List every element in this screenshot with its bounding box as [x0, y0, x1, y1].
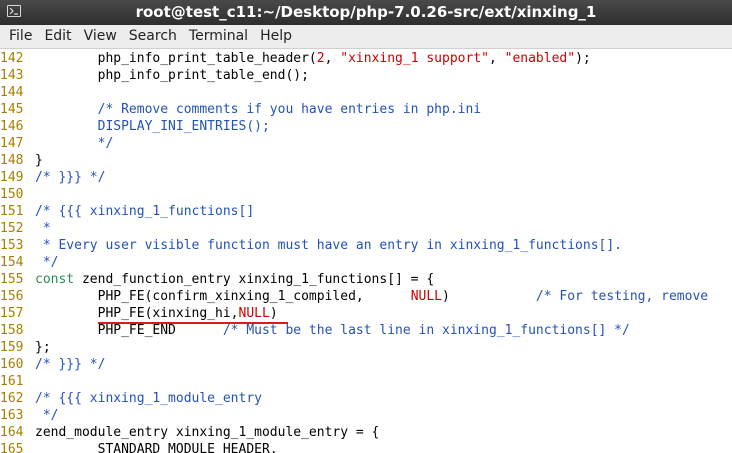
code-token: PHP_FE_END [35, 323, 223, 338]
line-number: 148 [0, 153, 24, 168]
code-token: 2 [316, 51, 325, 66]
code-token: /* Remove comments if you have entries i… [35, 102, 482, 117]
line-number: 158 [0, 323, 24, 338]
menu-bar: File Edit View Search Terminal Help [0, 25, 732, 49]
code-line: 151 /* {{{ xinxing_1_functions[] [0, 203, 732, 220]
code-token: PHP_FE(xinxing_hi, [35, 306, 239, 321]
code-line: 152 * [0, 220, 732, 237]
line-number: 147 [0, 136, 24, 151]
code-line: 158 PHP_FE_END /* Must be the last line … [0, 322, 732, 339]
code-token: }; [35, 340, 51, 355]
menu-search[interactable]: Search [123, 25, 183, 46]
code-token: ) [442, 289, 536, 304]
code-token: php_info_print_table_end(); [35, 68, 309, 83]
code-token: zend_module_entry xinxing_1_module_entry… [35, 425, 380, 440]
code-line: 150 [0, 186, 732, 203]
line-number: 155 [0, 272, 24, 287]
line-number: 153 [0, 238, 24, 253]
window-titlebar[interactable]: root@test_c11:~/Desktop/php-7.0.26-src/e… [0, 0, 732, 25]
line-number: 149 [0, 170, 24, 185]
code-token: "xinxing_1 support" [340, 51, 489, 66]
line-number: 154 [0, 255, 24, 270]
line-number: 143 [0, 68, 24, 83]
menu-edit[interactable]: Edit [38, 25, 77, 46]
code-line: 149 /* }}} */ [0, 169, 732, 186]
code-editor[interactable]: 142 php_info_print_table_header(2, "xinx… [0, 50, 732, 453]
line-number: 156 [0, 289, 24, 304]
code-line: 142 php_info_print_table_header(2, "xinx… [0, 50, 732, 67]
code-token: */ [35, 255, 59, 270]
code-line: 143 php_info_print_table_end(); [0, 67, 732, 84]
code-line: 146 DISPLAY_INI_ENTRIES(); [0, 118, 732, 135]
code-token: NULL [410, 289, 442, 304]
code-token: /* }}} */ [35, 357, 106, 372]
code-token: ); [575, 51, 591, 66]
menu-file[interactable]: File [0, 25, 38, 46]
code-token: "enabled" [504, 51, 576, 66]
line-number: 144 [0, 85, 24, 100]
line-number: 165 [0, 442, 24, 453]
code-token: NULL [238, 306, 270, 321]
code-line: 148} [0, 152, 732, 169]
code-token: /* {{{ xinxing_1_module_entry [35, 391, 262, 406]
line-number: 151 [0, 204, 24, 219]
code-line: 157 PHP_FE(xinxing_hi,NULL) [0, 305, 732, 322]
code-token: /* }}} */ [35, 170, 106, 185]
code-token: */ [35, 136, 114, 151]
code-line: 163 */ [0, 407, 732, 424]
code-token: * [35, 221, 51, 236]
menu-help[interactable]: Help [254, 25, 298, 46]
code-token: zend_function_entry xinxing_1_functions[… [74, 272, 435, 287]
code-token: php_info_print_table_header( [35, 51, 317, 66]
menu-terminal[interactable]: Terminal [183, 25, 254, 46]
code-token: } [35, 153, 43, 168]
highlight-underline [98, 322, 288, 324]
code-token: /* For testing, remove [535, 289, 709, 304]
code-line: 161 [0, 373, 732, 390]
line-number: 152 [0, 221, 24, 236]
code-token: STANDARD_MODULE_HEADER, [35, 442, 278, 453]
code-token: * Every user visible function must have … [35, 238, 622, 253]
code-token: const [35, 272, 75, 287]
code-line: 162 /* {{{ xinxing_1_module_entry [0, 390, 732, 407]
code-line: 160 /* }}} */ [0, 356, 732, 373]
code-token: /* Must be the last line in xinxing_1_fu… [222, 323, 630, 338]
code-line: 164 zend_module_entry xinxing_1_module_en… [0, 424, 732, 441]
code-line: 156 PHP_FE(confirm_xinxing_1_compiled, N… [0, 288, 732, 305]
line-number: 164 [0, 425, 24, 440]
line-number: 160 [0, 357, 24, 372]
code-token: */ [35, 408, 59, 423]
code-line: 145 /* Remove comments if you have entri… [0, 101, 732, 118]
code-line: 165 STANDARD_MODULE_HEADER, [0, 441, 732, 453]
line-number: 162 [0, 391, 24, 406]
code-token: PHP_FE(confirm_xinxing_1_compiled, [35, 289, 411, 304]
window-title: root@test_c11:~/Desktop/php-7.0.26-src/e… [135, 3, 597, 21]
menu-view[interactable]: View [78, 25, 123, 46]
line-number: 161 [0, 374, 24, 389]
code-token: DISPLAY_INI_ENTRIES(); [35, 119, 270, 134]
code-line: 153 * Every user visible function must h… [0, 237, 732, 254]
code-line: 154 */ [0, 254, 732, 271]
code-line: 159}; [0, 339, 732, 356]
code-token: , [324, 51, 341, 66]
line-number: 146 [0, 119, 24, 134]
line-number: 150 [0, 187, 24, 202]
code-line: 155 const zend_function_entry xinxing_1_f… [0, 271, 732, 288]
code-token: /* {{{ xinxing_1_functions[] [35, 204, 255, 219]
code-line: 147 */ [0, 135, 732, 152]
line-number: 142 [0, 51, 24, 66]
code-token: ) [269, 306, 278, 321]
line-number: 145 [0, 102, 24, 117]
code-line: 144 [0, 84, 732, 101]
line-number: 157 [0, 306, 24, 321]
code-token: , [488, 51, 505, 66]
line-number: 159 [0, 340, 24, 355]
line-number: 163 [0, 408, 24, 423]
